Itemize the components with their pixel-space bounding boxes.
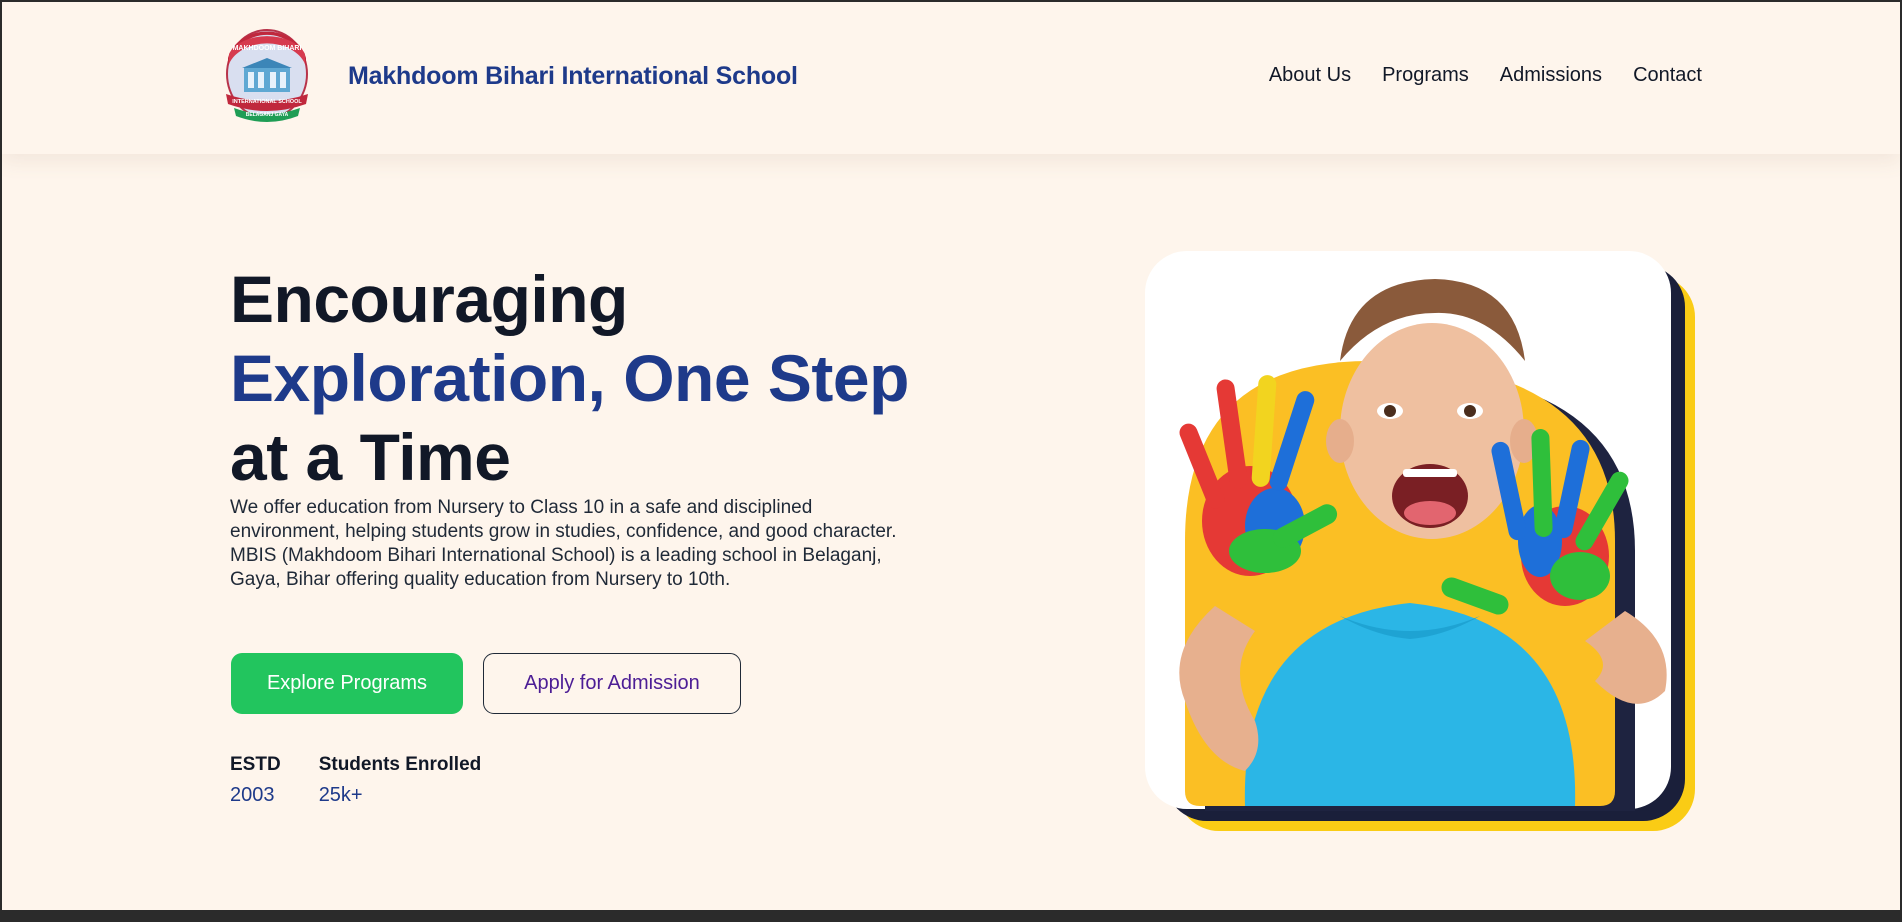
logo-text-place: BELAGANJ GAYA — [246, 112, 289, 118]
stat-value: 25k+ — [318, 784, 363, 806]
window-bottom-edge — [0, 910, 1902, 922]
hero-description-2: MBIS (Makhdoom Bihari International Scho… — [230, 545, 882, 590]
nav-about-us[interactable]: About Us — [1269, 64, 1351, 87]
site-header: MAKHDOOM BIHARI INTERNATIONAL SCHOOL BEL… — [2, 2, 1900, 154]
stat-students: Students Enrolled 25k+ — [319, 754, 482, 807]
hero-description: We offer education from Nursery to Class… — [230, 496, 910, 592]
nav-admissions[interactable]: Admissions — [1500, 64, 1602, 87]
hero-description-1: We offer education from Nursery to Class… — [230, 497, 897, 542]
logo-text-top: MAKHDOOM BIHARI — [233, 45, 302, 52]
hero-title-line3: at a Time — [230, 420, 511, 494]
stats-row: ESTD 2003 Students Enrolled 25k+ — [230, 754, 481, 807]
explore-programs-button[interactable]: Explore Programs — [231, 653, 463, 714]
stat-label: ESTD — [230, 754, 281, 775]
hero-title-accent: Exploration, One Step — [230, 341, 909, 415]
stat-estd: ESTD 2003 — [230, 754, 281, 807]
stat-label: Students Enrolled — [318, 754, 482, 775]
logo-text-bottom: INTERNATIONAL SCHOOL — [232, 99, 302, 105]
apply-admission-button[interactable]: Apply for Admission — [483, 653, 741, 714]
nav-programs[interactable]: Programs — [1382, 64, 1469, 87]
school-crest-icon[interactable]: MAKHDOOM BIHARI INTERNATIONAL SCHOOL BEL… — [224, 28, 310, 126]
page: MAKHDOOM BIHARI INTERNATIONAL SCHOOL BEL… — [2, 2, 1900, 910]
brand-name[interactable]: Makhdoom Bihari International School — [348, 62, 798, 91]
stat-value: 2003 — [230, 784, 275, 806]
hero-title: Encouraging Exploration, One Step at a T… — [230, 260, 990, 497]
nav-contact[interactable]: Contact — [1633, 64, 1702, 87]
hero-title-line1: Encouraging — [230, 262, 628, 336]
main-nav: About Us Programs Admissions Contact — [1269, 64, 1702, 87]
hero-image — [1145, 251, 1695, 831]
